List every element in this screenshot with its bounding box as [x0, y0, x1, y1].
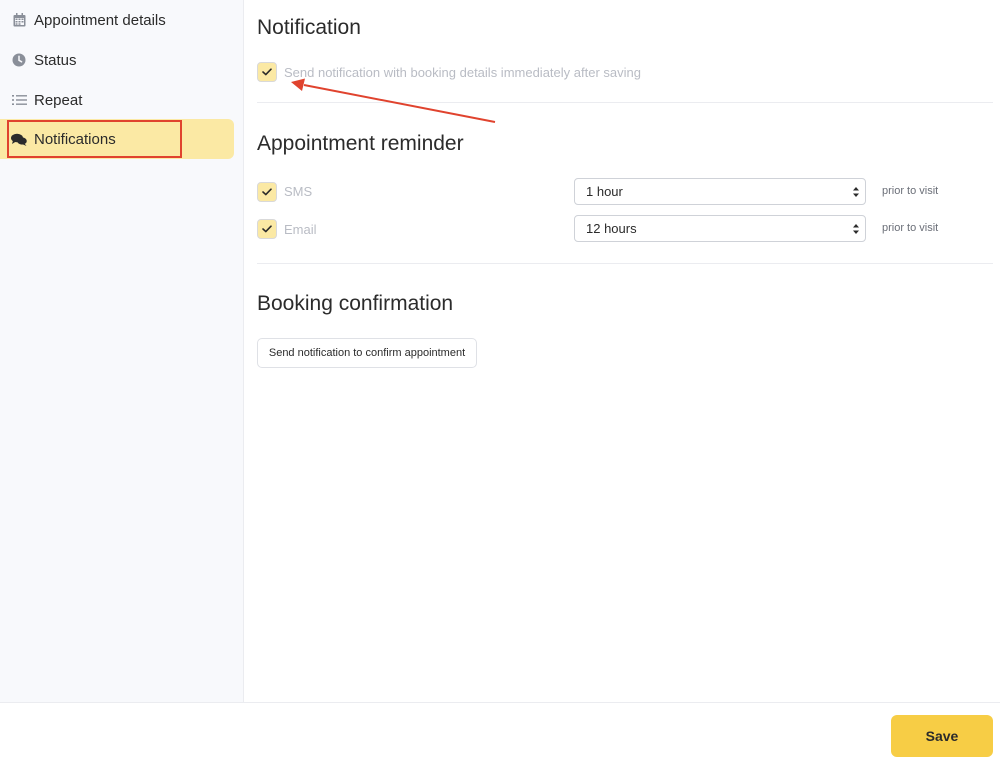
- calendar-icon: [11, 12, 27, 28]
- sidebar-item-label: Appointment details: [34, 11, 166, 29]
- checkmark-icon: [262, 188, 272, 196]
- sms-reminder-select[interactable]: 1 hour: [574, 178, 866, 205]
- save-button[interactable]: Save: [891, 715, 993, 757]
- notification-title: Notification: [257, 16, 361, 39]
- booking-confirmation-title: Booking confirmation: [257, 292, 454, 315]
- checkmark-icon: [262, 68, 272, 76]
- select-caret-icon: [853, 224, 859, 234]
- sidebar-item-appointment-details[interactable]: Appointment details: [0, 0, 234, 40]
- footer-bar: [0, 702, 1000, 763]
- sms-suffix: prior to visit: [882, 185, 939, 197]
- sms-checkbox[interactable]: [257, 182, 277, 202]
- sidebar-item-label: Notifications: [34, 130, 116, 148]
- sms-reminder-value: 1 hour: [586, 184, 623, 199]
- sidebar-item-label: Status: [34, 51, 77, 69]
- list-icon: [11, 92, 27, 108]
- send-notification-checkbox[interactable]: [257, 62, 277, 82]
- email-suffix: prior to visit: [882, 222, 939, 234]
- sms-label: SMS: [284, 184, 313, 199]
- chat-bubbles-icon: [11, 131, 27, 147]
- send-notification-label: Send notification with booking details i…: [284, 65, 641, 80]
- email-checkbox[interactable]: [257, 219, 277, 239]
- sidebar-item-label: Repeat: [34, 91, 83, 109]
- divider: [257, 102, 993, 103]
- sidebar-item-repeat[interactable]: Repeat: [0, 80, 234, 120]
- sidebar-item-status[interactable]: Status: [0, 40, 234, 80]
- select-caret-icon: [853, 187, 859, 197]
- sidebar: Appointment details Status Repeat Notifi…: [0, 0, 244, 702]
- appointment-reminder-title: Appointment reminder: [257, 132, 464, 155]
- email-reminder-select[interactable]: 12 hours: [574, 215, 866, 242]
- sidebar-item-notifications[interactable]: Notifications: [0, 119, 234, 159]
- checkmark-icon: [262, 225, 272, 233]
- clock-icon: [11, 52, 27, 68]
- divider: [257, 263, 993, 264]
- email-label: Email: [284, 222, 317, 237]
- email-reminder-value: 12 hours: [586, 221, 637, 236]
- send-confirmation-button[interactable]: Send notification to confirm appointment: [257, 338, 477, 368]
